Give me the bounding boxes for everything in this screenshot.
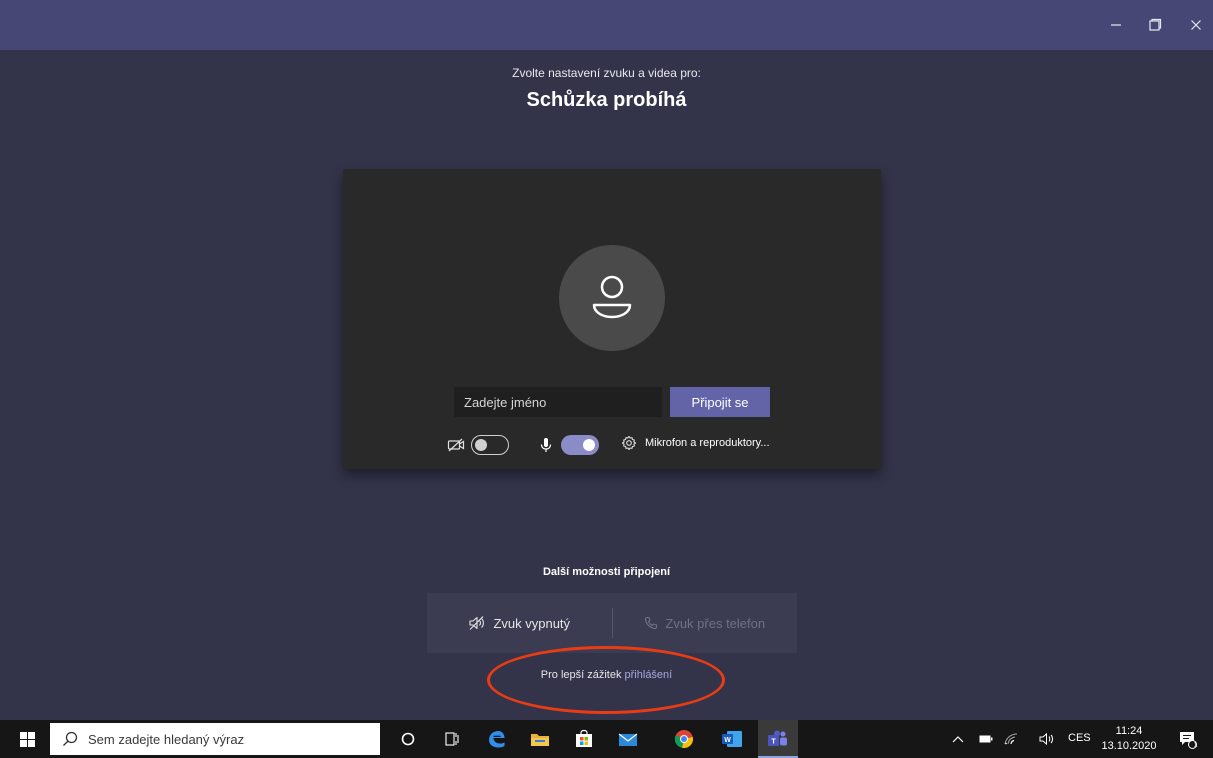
volume-button[interactable] [1036,720,1058,758]
minimize-icon [1111,24,1121,26]
audio-off-button[interactable]: Zvuk vypnutý [427,593,612,653]
name-input[interactable] [454,387,662,417]
search-placeholder: Sem zadejte hledaný výraz [88,731,245,747]
file-explorer-icon [531,734,549,746]
clock-date: 13.10.2020 [1101,740,1157,752]
camera-toggle[interactable] [471,435,509,455]
restore-icon [1149,18,1162,31]
close-button[interactable] [1180,10,1212,40]
svg-text:T: T [771,737,776,746]
notifications-button[interactable]: 1 [1170,720,1204,758]
taskbar-search[interactable]: Sem zadejte hledaný výraz [50,723,380,755]
chrome-button[interactable] [664,720,704,758]
file-explorer-button[interactable] [520,720,560,758]
wifi-button[interactable] [1000,720,1022,758]
meeting-title: Schůzka probíhá [526,89,687,111]
tray-expand-button[interactable] [948,720,968,758]
task-view-button[interactable] [432,720,472,758]
mail-icon [618,733,638,746]
search-icon [63,731,78,746]
battery-button[interactable] [975,720,997,758]
device-settings-button[interactable]: Mikrofon a reproduktory... [621,435,770,451]
store-icon [576,729,592,747]
edge-icon [489,731,505,748]
phone-audio-button[interactable]: Zvuk přes telefon [613,593,798,653]
clock[interactable]: 11:24 13.10.2020 [1101,724,1157,754]
other-options-title: Další možnosti připojení [542,566,671,578]
device-settings-label: Mikrofon a reproduktory... [645,437,770,449]
video-preview: Připojit se Mikrofon a reproduktory... [343,169,881,469]
avatar [559,245,665,351]
other-options-panel: Zvuk vypnutý Zvuk přes telefon [427,593,797,653]
prejoin-subtitle: Zvolte nastavení zvuku a videa pro: [512,66,701,80]
volume-icon [1039,732,1053,746]
gear-icon [621,435,637,451]
word-button[interactable]: W [712,720,752,758]
phone-icon [645,616,658,630]
cortana-button[interactable] [388,720,428,758]
svg-text:W: W [724,737,731,744]
clock-time: 11:24 [1115,725,1143,737]
store-button[interactable] [564,720,604,758]
taskbar: Sem zadejte hledaný výraz W T CES 11:24 … [0,720,1213,758]
start-button[interactable] [12,720,42,758]
teams-icon: T [768,730,787,746]
join-button[interactable]: Připojit se [670,387,770,417]
windows-icon [19,731,35,747]
language-indicator[interactable]: CES [1068,732,1091,744]
speaker-off-icon [469,616,485,630]
microphone-icon [540,438,552,452]
chrome-icon [674,730,694,749]
restore-button[interactable] [1139,10,1171,40]
task-view-icon [445,732,459,746]
person-icon [592,275,632,319]
camera-off-icon [447,438,465,452]
word-icon: W [722,731,742,747]
camera-control [447,435,509,455]
audio-off-label: Zvuk vypnutý [493,615,571,631]
notification-count: 1 [1193,740,1198,749]
mic-toggle[interactable] [561,435,599,455]
edge-button[interactable] [476,720,516,758]
close-icon [1191,20,1201,30]
highlight-annotation [487,646,725,714]
title-bar [0,0,1213,50]
battery-icon [979,735,993,743]
mic-control [539,435,599,455]
minimize-button[interactable] [1100,10,1132,40]
chevron-up-icon [952,736,964,743]
cortana-icon [401,732,415,746]
prejoin-screen: Zvolte nastavení zvuku a videa pro: Schů… [0,50,1213,720]
wifi-icon [1004,733,1018,745]
mail-button[interactable] [608,720,648,758]
phone-audio-label: Zvuk přes telefon [665,615,766,631]
teams-icon-wrap: T [758,720,798,758]
